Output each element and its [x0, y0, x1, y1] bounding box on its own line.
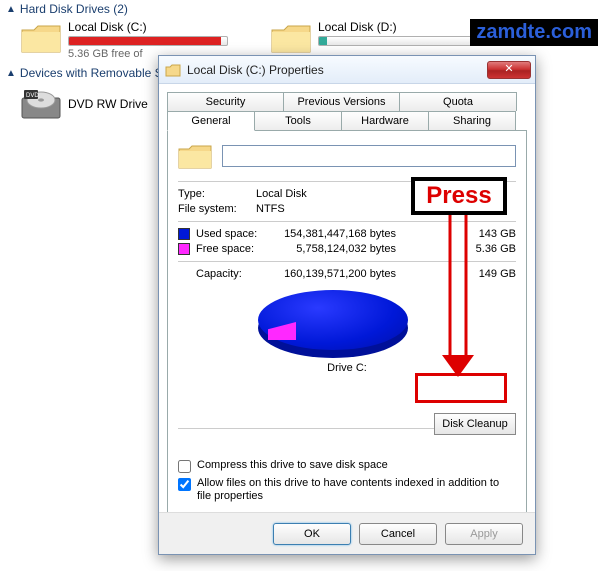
section-header-hdd[interactable]: ▲ Hard Disk Drives (2): [0, 0, 612, 18]
drive-name-input[interactable]: [222, 145, 516, 167]
collapse-icon: ▲: [6, 68, 16, 79]
drive-icon: [270, 20, 312, 56]
annotation-press: Press: [411, 177, 507, 215]
free-label: Free space:: [196, 243, 268, 255]
usage-bar: [318, 36, 478, 46]
capacity-label: Capacity:: [178, 268, 268, 280]
cancel-button[interactable]: Cancel: [359, 523, 437, 545]
drive-item-c[interactable]: Local Disk (C:) 5.36 GB free of: [20, 20, 240, 60]
disk-cleanup-button[interactable]: Disk Cleanup: [434, 413, 516, 435]
close-button[interactable]: ✕: [487, 61, 531, 79]
type-value: Local Disk: [256, 188, 307, 200]
disk-usage-pie: [258, 290, 408, 360]
tab-hardware[interactable]: Hardware: [341, 111, 429, 131]
svg-text:DVD: DVD: [26, 93, 39, 99]
properties-dialog: Local Disk (C:) Properties ✕ Security Pr…: [158, 55, 536, 555]
tab-previous-versions[interactable]: Previous Versions: [283, 92, 400, 111]
tab-quota[interactable]: Quota: [399, 92, 517, 111]
free-bytes: 5,758,124,032 bytes: [268, 243, 396, 255]
index-label: Allow files on this drive to have conten…: [197, 477, 516, 503]
tab-general[interactable]: General: [167, 111, 255, 131]
used-label: Used space:: [196, 228, 268, 240]
dvd-icon: DVD: [20, 86, 62, 122]
capacity-bytes: 160,139,571,200 bytes: [268, 268, 396, 280]
filesystem-value: NTFS: [256, 203, 285, 215]
drive-icon: [20, 20, 62, 56]
window-title: Local Disk (C:) Properties: [187, 63, 487, 77]
compress-label: Compress this drive to save disk space: [197, 459, 388, 472]
apply-button[interactable]: Apply: [445, 523, 523, 545]
index-checkbox[interactable]: [178, 478, 191, 491]
free-color-swatch: [178, 243, 190, 255]
compress-checkbox[interactable]: [178, 460, 191, 473]
drive-folder-icon: [178, 141, 212, 171]
section-title: Hard Disk Drives (2): [20, 2, 128, 16]
tab-security[interactable]: Security: [167, 92, 284, 111]
dialog-buttons: OK Cancel Apply: [159, 512, 535, 554]
used-color-swatch: [178, 228, 190, 240]
drive-name: Local Disk (C:): [68, 20, 228, 34]
filesystem-label: File system:: [178, 203, 256, 215]
drive-icon: [165, 62, 181, 78]
ok-button[interactable]: OK: [273, 523, 351, 545]
used-bytes: 154,381,447,168 bytes: [268, 228, 396, 240]
annotation-arrow-icon: [438, 215, 478, 380]
tab-sharing[interactable]: Sharing: [428, 111, 516, 131]
drive-item-d[interactable]: Local Disk (D:): [270, 20, 490, 60]
dvd-name: DVD RW Drive: [68, 97, 148, 111]
titlebar[interactable]: Local Disk (C:) Properties ✕: [159, 56, 535, 84]
usage-bar: [68, 36, 228, 46]
drive-name: Local Disk (D:): [318, 20, 478, 34]
watermark: zamdte.com: [470, 19, 598, 46]
collapse-icon: ▲: [6, 4, 16, 15]
tab-tools[interactable]: Tools: [254, 111, 342, 131]
type-label: Type:: [178, 188, 256, 200]
